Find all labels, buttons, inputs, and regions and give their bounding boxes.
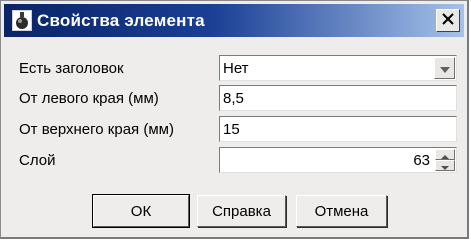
has-header-select[interactable]: Нет <box>219 55 457 81</box>
chevron-down-icon <box>439 60 450 77</box>
layer-value: 63 <box>413 152 430 169</box>
layer-label: Слой <box>19 152 56 169</box>
top-margin-label: От верхнего края (мм) <box>19 121 174 138</box>
left-margin-label: От левого края (мм) <box>19 90 159 107</box>
close-icon <box>442 12 454 30</box>
left-margin-input[interactable]: 8,5 <box>219 85 457 111</box>
help-button[interactable]: Справка <box>197 195 286 227</box>
dropdown-button[interactable] <box>434 57 455 79</box>
ok-button[interactable]: ОК <box>92 194 190 228</box>
properties-dialog: Свойства элемента Есть заголовок Нет От … <box>0 0 469 239</box>
top-margin-input[interactable]: 15 <box>219 116 457 142</box>
layer-stepper[interactable]: 63 <box>219 147 457 173</box>
bottle-icon <box>12 10 32 31</box>
arrow-down-icon <box>441 157 449 174</box>
close-button[interactable] <box>436 9 460 32</box>
cancel-button[interactable]: Отмена <box>296 195 387 227</box>
spin-down-button[interactable] <box>435 160 455 171</box>
title-bar[interactable]: Свойства элемента <box>4 4 464 37</box>
layer-spinner <box>435 149 455 171</box>
top-margin-value: 15 <box>223 121 240 138</box>
window-title: Свойства элемента <box>37 11 205 30</box>
has-header-label: Есть заголовок <box>19 60 124 77</box>
has-header-value: Нет <box>223 60 249 77</box>
left-margin-value: 8,5 <box>223 90 244 107</box>
